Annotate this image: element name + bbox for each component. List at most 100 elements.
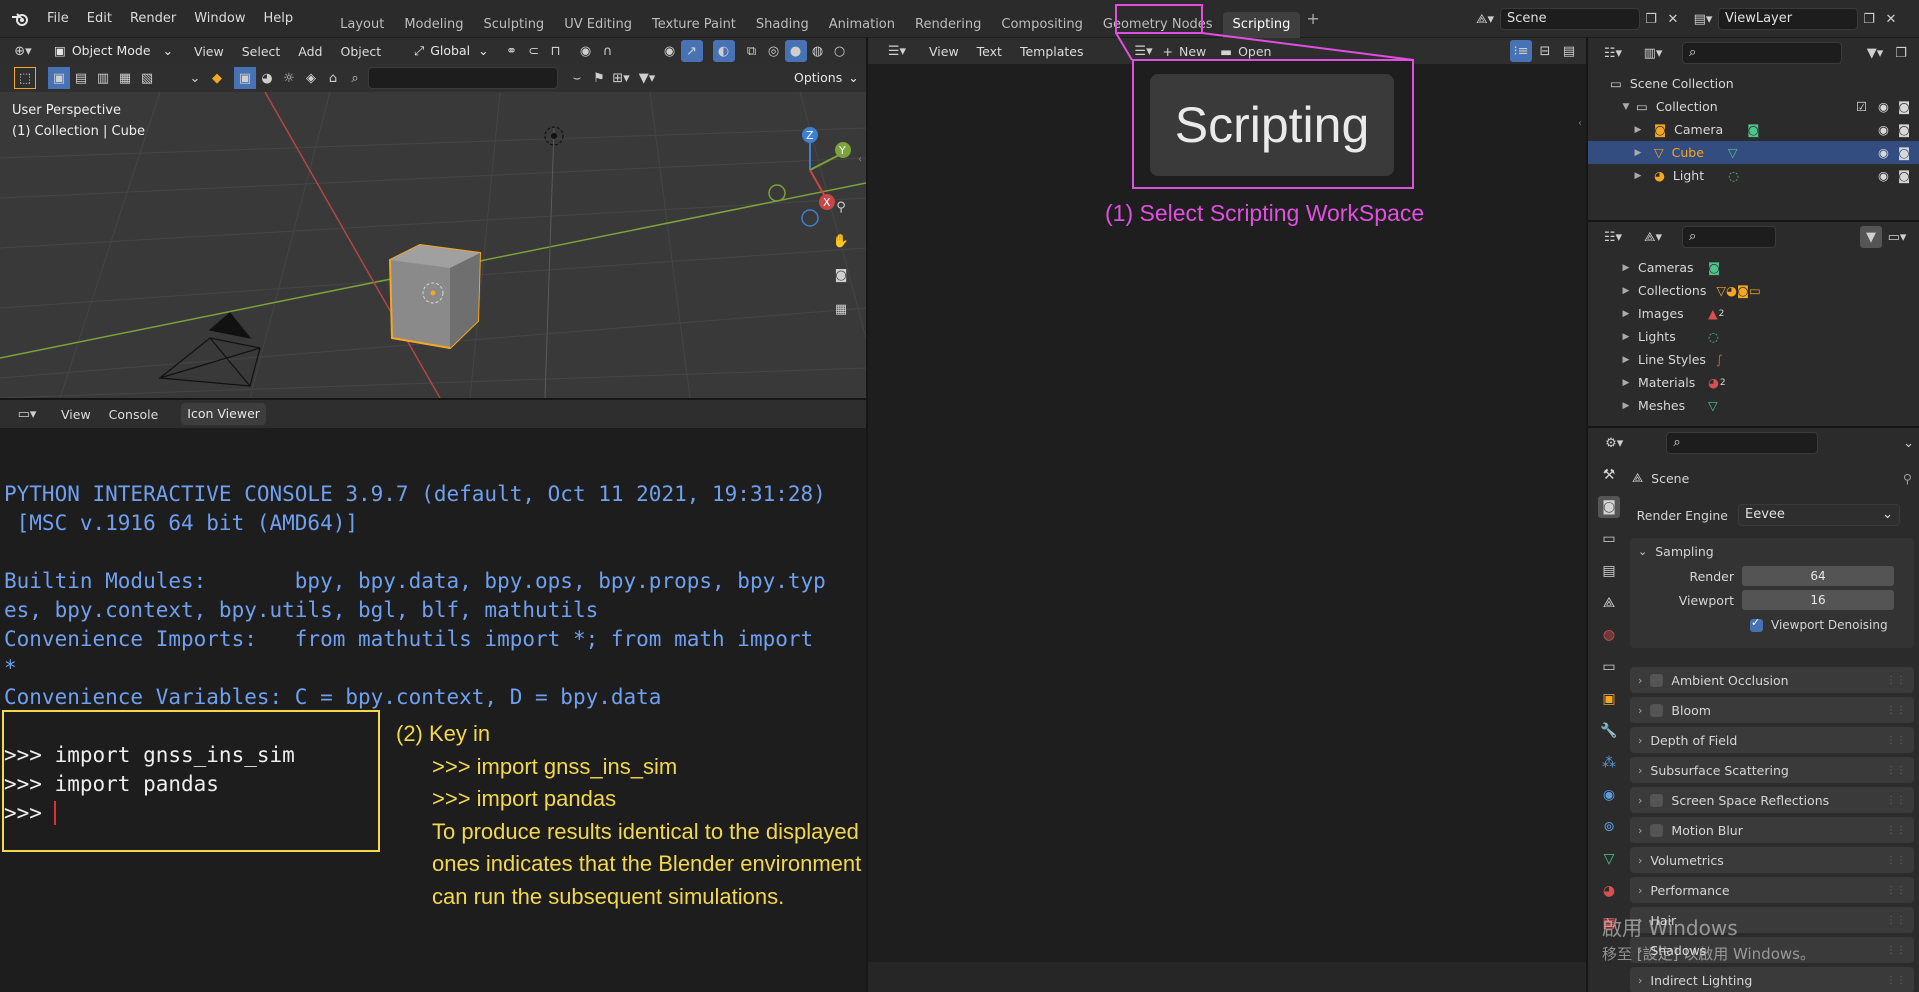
filter-icon[interactable]: ▼▾ <box>1860 42 1890 64</box>
new-collection-icon[interactable]: ❐ <box>1890 42 1912 64</box>
outliner-item-cube[interactable]: ▶ ▽ Cube ▽ ◉ ◙ <box>1588 141 1919 164</box>
expand-icon[interactable]: ▶ <box>1620 401 1632 411</box>
eye-icon[interactable]: ◉ <box>1878 145 1889 160</box>
filter-icon[interactable]: ▼ <box>1860 226 1882 248</box>
output-tab-icon[interactable]: ▭ <box>1598 528 1620 550</box>
expand-icon[interactable]: ▶ <box>1620 286 1632 296</box>
panel-enable-checkbox[interactable] <box>1650 793 1664 807</box>
render-camera-icon[interactable]: ◙ <box>1898 168 1910 183</box>
mesh-data-icon[interactable]: ▽ <box>1728 145 1738 160</box>
datablock-collections[interactable]: ▶ Collections ▽◕◙▭ <box>1620 279 1919 302</box>
panel-label: Volumetrics <box>1650 852 1724 868</box>
eye-icon[interactable]: ◉ <box>1878 99 1889 114</box>
constraints-tab-icon[interactable]: ⊚ <box>1598 816 1620 838</box>
expand-icon[interactable]: ▶ <box>1632 148 1644 158</box>
outliner[interactable]: ☷▾ ▥▾ ⌕ ▼▾ ❐ ▭ Scene Collection ▼ ▭ Coll… <box>1588 38 1919 220</box>
collection-tab-icon[interactable]: ▭ <box>1598 656 1620 678</box>
panel-motion-blur[interactable]: › Motion Blur ⋮⋮ <box>1630 817 1914 843</box>
datablock-meshes[interactable]: ▶ Meshes ▽ <box>1620 394 1919 417</box>
blender-file-search-input[interactable]: ⌕ <box>1682 226 1776 248</box>
outliner-search-input[interactable]: ⌕ <box>1682 42 1842 64</box>
drag-handle-icon[interactable]: ⋮⋮ <box>1886 795 1906 806</box>
render-camera-icon[interactable]: ◙ <box>1898 145 1910 160</box>
drag-handle-icon[interactable]: ⋮⋮ <box>1886 825 1906 836</box>
render-camera-icon[interactable]: ◙ <box>1898 99 1910 114</box>
drag-handle-icon[interactable]: ⋮⋮ <box>1886 975 1906 986</box>
panel-indirect-lighting[interactable]: › Indirect Lighting ⋮⋮ <box>1630 967 1914 992</box>
blender-file-view[interactable]: ☷▾ ⟁▾ ⌕ ▼ ▭▾ ▶ Cameras ◙ ▶ Collections ▽◕◙▭ ▶ I… <box>1588 222 1919 426</box>
drag-handle-icon[interactable]: ⋮⋮ <box>1886 945 1906 956</box>
material-tab-icon[interactable]: ◕ <box>1598 880 1620 902</box>
outliner-editor-type-icon[interactable]: ☷▾ <box>1598 42 1628 64</box>
panel-bloom[interactable]: › Bloom ⋮⋮ <box>1630 697 1914 723</box>
expand-icon[interactable]: ▶ <box>1620 355 1632 365</box>
panel-enable-checkbox[interactable] <box>1650 673 1664 687</box>
properties-editor-type-icon[interactable]: ⚙▾ <box>1600 432 1628 454</box>
view-layer-tab-icon[interactable]: ▤ <box>1598 560 1620 582</box>
camera-data-icon[interactable]: ◙ <box>1747 122 1759 137</box>
datablock-cameras[interactable]: ▶ Cameras ◙ <box>1620 256 1919 279</box>
purge-icon[interactable]: ▭▾ <box>1882 226 1912 248</box>
checkbox-icon[interactable]: ☑ <box>1856 99 1867 114</box>
outliner-item-camera[interactable]: ▶ ◙ Camera ◙ ◉ ◙ <box>1588 118 1919 141</box>
outliner-header: ☷▾ ▥▾ ⌕ ▼▾ ❐ <box>1588 38 1919 68</box>
sampling-panel-header[interactable]: ⌄ Sampling <box>1630 538 1914 564</box>
drag-handle-icon[interactable]: ⋮⋮ <box>1886 915 1906 926</box>
render-samples-field[interactable]: 64 <box>1742 566 1894 586</box>
object-tab-icon[interactable]: ▣ <box>1598 688 1620 710</box>
expand-icon[interactable]: ▶ <box>1620 309 1632 319</box>
expand-icon[interactable]: ▶ <box>1620 378 1632 388</box>
expand-icon[interactable]: ▶ <box>1632 125 1644 135</box>
eye-icon[interactable]: ◉ <box>1878 122 1889 137</box>
expand-icon[interactable]: ▶ <box>1632 171 1644 181</box>
datablock-images[interactable]: ▶ Images ▲ 2 <box>1620 302 1919 325</box>
world-tab-icon[interactable]: ◍ <box>1598 624 1620 646</box>
tool-tab-icon[interactable]: ⚒ <box>1598 464 1620 486</box>
datablock-label: Materials <box>1638 375 1696 390</box>
panel-subsurface-scattering[interactable]: › Subsurface Scattering ⋮⋮ <box>1630 757 1914 783</box>
scripting-zoom-label: Scripting <box>1174 97 1370 153</box>
datablock-line-styles[interactable]: ▶ Line Styles ∫ <box>1620 348 1919 371</box>
properties-editor[interactable]: ⚙▾ ⌕ ⌄ ⚒ ◙ ▭ ▤ ⟁ ◍ ▭ ▣ 🔧 ⁂ ◉ ⊚ ▽ ◕ ▦ ⟁ S… <box>1588 428 1919 992</box>
render-engine-dropdown[interactable]: Eevee ⌄ <box>1738 504 1900 526</box>
display-mode-icon[interactable]: ⟁▾ <box>1638 226 1668 248</box>
scene-tab-icon[interactable]: ⟁ <box>1598 592 1620 614</box>
drag-handle-icon[interactable]: ⋮⋮ <box>1886 765 1906 776</box>
light-data-icon[interactable]: ◌ <box>1728 168 1739 183</box>
panel-screen-space-reflections[interactable]: › Screen Space Reflections ⋮⋮ <box>1630 787 1914 813</box>
datablock-materials[interactable]: ▶ Materials ◕ 2 <box>1620 371 1919 394</box>
panel-volumetrics[interactable]: › Volumetrics ⋮⋮ <box>1630 847 1914 873</box>
scene-collection-row[interactable]: ▭ Scene Collection <box>1610 72 1919 95</box>
panel-enable-checkbox[interactable] <box>1650 703 1664 717</box>
panel-enable-checkbox[interactable] <box>1650 823 1664 837</box>
drag-handle-icon[interactable]: ⋮⋮ <box>1886 735 1906 746</box>
display-mode-icon[interactable]: ▥▾ <box>1638 42 1668 64</box>
physics-tab-icon[interactable]: ◉ <box>1598 784 1620 806</box>
properties-search-input[interactable]: ⌕ <box>1666 432 1819 454</box>
render-tab-icon[interactable]: ◙ <box>1598 496 1620 518</box>
outliner-item-label: Camera <box>1674 122 1724 137</box>
datablock-lights[interactable]: ▶ Lights ◌ <box>1620 325 1919 348</box>
particles-tab-icon[interactable]: ⁂ <box>1598 752 1620 774</box>
expand-icon[interactable]: ▶ <box>1620 263 1632 273</box>
viewport-denoising-checkbox[interactable] <box>1750 616 1763 632</box>
modifier-tab-icon[interactable]: 🔧 <box>1598 720 1620 742</box>
data-tab-icon[interactable]: ▽ <box>1598 848 1620 870</box>
pin-icon[interactable]: ⚲ <box>1903 471 1912 486</box>
drag-handle-icon[interactable]: ⋮⋮ <box>1886 855 1906 866</box>
drag-handle-icon[interactable]: ⋮⋮ <box>1886 885 1906 896</box>
viewport-samples-field[interactable]: 16 <box>1742 590 1894 610</box>
chevron-down-icon[interactable]: ⌄ <box>1898 432 1919 454</box>
panel-performance[interactable]: › Performance ⋮⋮ <box>1630 877 1914 903</box>
panel-depth-of-field[interactable]: › Depth of Field ⋮⋮ <box>1630 727 1914 753</box>
drag-handle-icon[interactable]: ⋮⋮ <box>1886 705 1906 716</box>
outliner-item-light[interactable]: ▶ ◕ Light ◌ ◉ ◙ <box>1588 164 1919 187</box>
panel-ambient-occlusion[interactable]: › Ambient Occlusion ⋮⋮ <box>1630 667 1914 693</box>
expand-icon[interactable]: ▶ <box>1620 332 1632 342</box>
eye-icon[interactable]: ◉ <box>1878 168 1889 183</box>
collection-row[interactable]: ▼ ▭ Collection ☑ ◉ ◙ <box>1610 95 1919 118</box>
outliner-editor-type-icon[interactable]: ☷▾ <box>1598 226 1628 248</box>
drag-handle-icon[interactable]: ⋮⋮ <box>1886 675 1906 686</box>
render-camera-icon[interactable]: ◙ <box>1898 122 1910 137</box>
expand-icon[interactable]: ▼ <box>1620 102 1632 112</box>
